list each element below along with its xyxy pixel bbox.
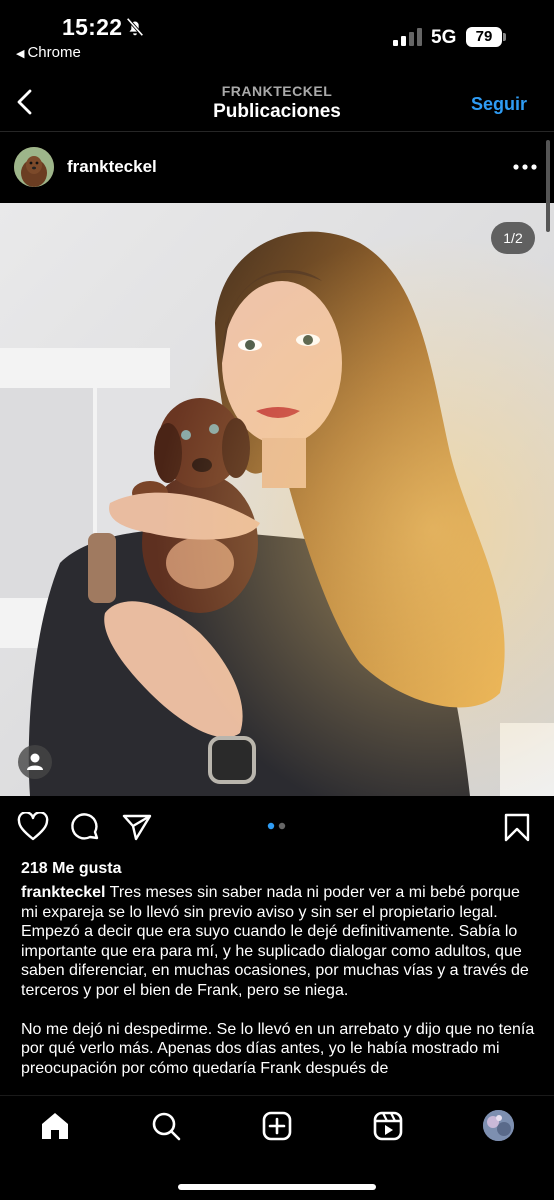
likes-count[interactable]: 218 Me gusta <box>21 860 121 878</box>
caption-paragraph-1: frankteckel Tres meses sin saber nada ni… <box>21 883 539 1000</box>
back-app-label: Chrome <box>27 44 81 61</box>
search-icon[interactable] <box>151 1111 181 1141</box>
caption-container: frankteckel Tres meses sin saber nada ni… <box>0 883 554 1095</box>
person-icon <box>27 753 43 770</box>
network-type: 5G <box>431 27 457 48</box>
post-photo <box>0 203 554 796</box>
status-time: 15:22 <box>62 14 123 40</box>
post-caption: frankteckel Tres meses sin saber nada ni… <box>21 883 539 1095</box>
battery-level: 79 <box>475 28 493 45</box>
caption-text: Tres meses sin saber nada ni poder ver a… <box>21 884 529 999</box>
page-header: FRANKTECKEL Publicaciones Seguir <box>0 70 554 132</box>
back-triangle-icon: ◀ <box>16 48 25 60</box>
battery-icon: 79 <box>466 27 502 47</box>
follow-button[interactable]: Seguir <box>471 94 527 115</box>
bottom-nav <box>0 1095 554 1200</box>
scrollbar[interactable] <box>546 140 550 232</box>
more-options-icon[interactable] <box>512 163 538 171</box>
send-icon[interactable] <box>121 812 153 842</box>
battery-cap <box>503 33 506 41</box>
caption-username[interactable]: frankteckel <box>21 884 106 901</box>
profile-avatar-image <box>483 1110 514 1141</box>
bookmark-icon[interactable] <box>501 812 533 842</box>
bell-off-icon <box>126 17 144 37</box>
home-icon[interactable] <box>40 1111 70 1141</box>
status-bar: 15:22 ◀ Chrome 5G 79 <box>0 0 554 70</box>
image-counter: 1/2 <box>491 222 535 254</box>
home-indicator <box>178 1184 376 1190</box>
heart-icon[interactable] <box>17 812 49 842</box>
avatar-dog-image <box>14 147 54 187</box>
signal-icon <box>393 28 422 46</box>
carousel-dots <box>267 822 286 830</box>
profile-avatar[interactable] <box>483 1110 514 1141</box>
post-image[interactable]: 1/2 <box>0 203 554 796</box>
reels-icon[interactable] <box>373 1111 403 1141</box>
post-username[interactable]: frankteckel <box>67 157 157 177</box>
caption-paragraph-2: No me dejó ni despedirme. Se lo llevó en… <box>21 1020 535 1077</box>
post-actions <box>0 796 554 858</box>
tagged-user-icon[interactable] <box>18 745 52 779</box>
back-to-app[interactable]: ◀ Chrome <box>16 44 81 61</box>
create-icon[interactable] <box>262 1111 292 1141</box>
post-header: frankteckel <box>0 133 554 203</box>
comment-icon[interactable] <box>69 812 101 842</box>
avatar[interactable] <box>14 147 54 187</box>
